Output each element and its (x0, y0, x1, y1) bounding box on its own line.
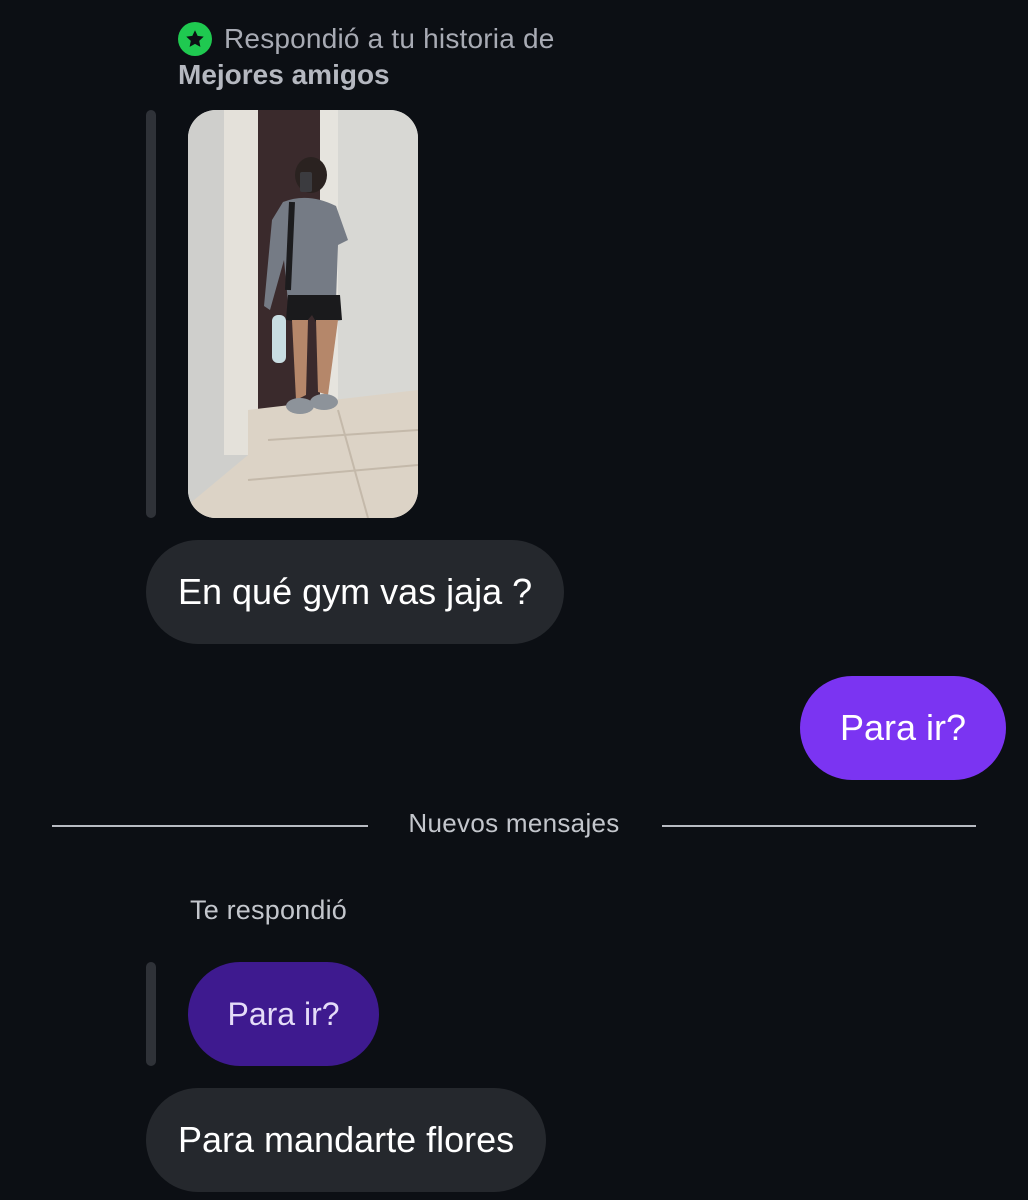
story-quote-bar (146, 110, 156, 518)
new-messages-divider-label: Nuevos mensajes (408, 808, 620, 838)
message-text: En qué gym vas jaja ? (178, 571, 533, 612)
story-reply-prefix: Respondió a tu historia de (224, 23, 555, 54)
received-message[interactable]: Para mandarte flores (146, 1088, 547, 1192)
reply-quote-bar (146, 962, 156, 1066)
divider-line-right (662, 825, 976, 827)
received-message[interactable]: En qué gym vas jaja ? (146, 540, 565, 644)
quoted-message[interactable]: Para ir? (188, 962, 379, 1066)
message-text: Para mandarte flores (178, 1119, 515, 1160)
story-thumbnail[interactable] (188, 110, 418, 518)
star-icon (178, 22, 212, 56)
story-reply-header: Respondió a tu historia de Mejores amigo… (178, 20, 698, 91)
sent-message[interactable]: Para ir? (800, 676, 1006, 780)
story-audience-label: Mejores amigos (178, 59, 390, 90)
message-text: Para ir? (839, 707, 967, 748)
reply-label: Te respondió (190, 895, 348, 925)
divider-line-left (52, 825, 368, 827)
message-text: Para ir? (227, 995, 340, 1032)
